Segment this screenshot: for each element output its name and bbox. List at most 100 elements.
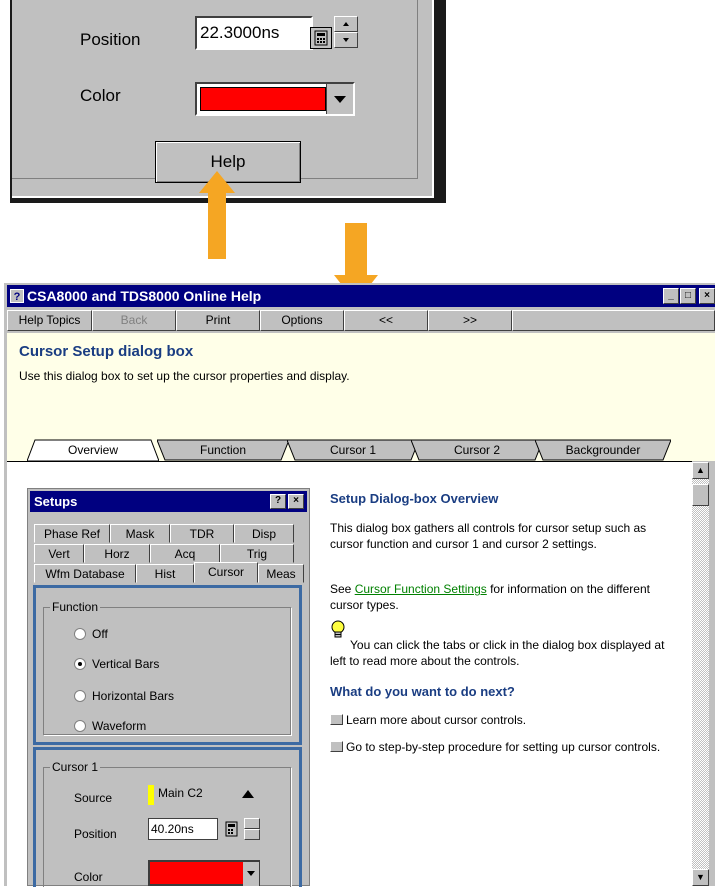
radio-horizontal-icon <box>74 690 86 702</box>
cursor-function-settings-link[interactable]: Cursor Function Settings <box>355 582 487 596</box>
tab-meas[interactable]: Meas <box>258 564 304 583</box>
link-button-icon <box>330 714 343 725</box>
tab-overview[interactable]: Overview <box>27 439 159 461</box>
radio-vertical-bars-label: Vertical Bars <box>92 657 160 671</box>
tab-backgrounder-label: Backgrounder <box>565 443 641 457</box>
help-topics-button[interactable]: Help Topics <box>7 310 92 331</box>
tab-function-label: Function <box>199 443 247 457</box>
cursor1-spin-down[interactable] <box>244 829 260 840</box>
topic-tabs: Overview Function Cursor 1 Cursor 2 Back… <box>7 439 715 461</box>
tab-cursor-1[interactable]: Cursor 1 <box>287 439 419 461</box>
scroll-thumb[interactable] <box>692 484 709 506</box>
radio-off-label: Off <box>92 627 108 641</box>
source-select[interactable]: Main C2 <box>148 782 266 808</box>
setups-title-bar: Setups ? × <box>30 491 307 512</box>
topic-header: Cursor Setup dialog box Use this dialog … <box>7 333 715 461</box>
maximize-button[interactable]: □ <box>680 288 696 304</box>
source-label: Source <box>74 791 113 805</box>
tab-wfm-database[interactable]: Wfm Database <box>34 564 136 583</box>
tab-horz[interactable]: Horz <box>84 544 150 563</box>
tab-trig[interactable]: Trig <box>220 544 294 563</box>
options-button[interactable]: Options <box>260 310 344 331</box>
keypad-icon[interactable] <box>310 27 332 49</box>
print-button[interactable]: Print <box>176 310 260 331</box>
chevron-down-small-icon[interactable] <box>243 862 259 886</box>
source-color-chip <box>148 785 154 805</box>
tab-overview-label: Overview <box>67 443 118 457</box>
topic-title: Cursor Setup dialog box <box>19 343 194 360</box>
position-input[interactable]: 22.3000ns <box>195 16 313 50</box>
tab-cursor-1-label: Cursor 1 <box>329 443 376 457</box>
tab-acq[interactable]: Acq <box>150 544 220 563</box>
overview-heading: Setup Dialog-box Overview <box>330 491 499 506</box>
cursor1-position-label: Position <box>74 827 117 841</box>
radio-selected-icon <box>74 658 86 670</box>
context-help-button[interactable]: ? <box>270 494 286 509</box>
radio-waveform-icon <box>74 720 86 732</box>
radio-off[interactable]: Off <box>74 627 108 641</box>
position-spinner[interactable] <box>334 16 358 50</box>
tab-phase-ref[interactable]: Phase Ref <box>34 524 110 543</box>
chevron-down-icon[interactable] <box>326 84 353 114</box>
radio-vertical-bars[interactable]: Vertical Bars <box>74 657 159 671</box>
link-button-icon <box>330 741 343 752</box>
radio-horizontal-bars-label: Horizontal Bars <box>92 689 175 703</box>
keypad-small-icon[interactable] <box>224 820 240 838</box>
next-item-1[interactable]: Learn more about cursor controls. <box>330 712 670 728</box>
scroll-up-button[interactable]: ▲ <box>692 462 709 479</box>
setups-close-button[interactable]: × <box>288 494 304 509</box>
cursor1-position-input[interactable]: 40.20ns <box>148 818 218 840</box>
tab-disp[interactable]: Disp <box>234 524 294 543</box>
next-item-2-text: Go to step-by-step procedure for setting… <box>346 740 661 754</box>
arrow-up-icon <box>199 171 235 259</box>
see-paragraph: See Cursor Function Settings for informa… <box>330 581 670 613</box>
scroll-down-button[interactable]: ▼ <box>692 869 709 886</box>
previous-topic-button[interactable]: << <box>344 310 428 331</box>
tab-tdr[interactable]: TDR <box>170 524 234 543</box>
color-label: Color <box>80 86 121 105</box>
dialog-panel: Position 22.3000ns Color Help <box>12 0 434 198</box>
back-button[interactable]: Back <box>92 310 176 331</box>
next-steps-heading: What do you want to do next? <box>330 684 515 699</box>
tab-function[interactable]: Function <box>157 439 289 461</box>
function-legend: Function <box>50 600 101 614</box>
window-title: CSA8000 and TDS8000 Online Help <box>27 288 262 304</box>
tab-cursor-2-label: Cursor 2 <box>453 443 500 457</box>
cursor1-spin-up[interactable] <box>244 818 260 829</box>
tab-cursor-2[interactable]: Cursor 2 <box>411 439 543 461</box>
title-bar: ? CSA8000 and TDS8000 Online Help _ □ × <box>7 285 715 307</box>
vertical-scrollbar[interactable]: ▲ ▼ <box>692 462 709 886</box>
toolbar-spacer <box>512 310 715 331</box>
radio-waveform-label: Waveform <box>92 719 147 733</box>
next-item-1-text: Learn more about cursor controls. <box>346 713 527 727</box>
overview-paragraph: This dialog box gathers all controls for… <box>330 521 647 551</box>
radio-off-icon <box>74 628 86 640</box>
cursor1-color-label: Color <box>74 870 103 884</box>
radio-horizontal-bars[interactable]: Horizontal Bars <box>74 689 174 703</box>
help-toolbar: Help Topics Back Print Options << >> <box>7 308 715 332</box>
topic-description: Use this dialog box to set up the cursor… <box>19 369 350 383</box>
tip-text: You can click the tabs or click in the d… <box>330 638 665 668</box>
position-label: Position <box>80 30 141 49</box>
triangle-up-icon <box>242 790 254 798</box>
setups-title: Setups <box>34 494 78 509</box>
source-value: Main C2 <box>158 786 203 800</box>
see-prefix: See <box>330 582 355 596</box>
next-item-2[interactable]: Go to step-by-step procedure for setting… <box>330 739 670 755</box>
spin-up-button[interactable] <box>334 16 358 32</box>
color-swatch <box>200 87 326 111</box>
tab-cursor[interactable]: Cursor <box>194 562 258 583</box>
minimize-button[interactable]: _ <box>663 288 679 304</box>
cursor1-spinner[interactable] <box>244 818 260 840</box>
color-dropdown[interactable] <box>195 82 355 116</box>
spin-down-button[interactable] <box>334 32 358 48</box>
help-book-icon: ? <box>10 289 24 303</box>
close-button[interactable]: × <box>699 288 715 304</box>
tab-hist[interactable]: Hist <box>136 564 194 583</box>
tab-mask[interactable]: Mask <box>110 524 170 543</box>
next-topic-button[interactable]: >> <box>428 310 512 331</box>
tab-backgrounder[interactable]: Backgrounder <box>535 439 671 461</box>
radio-waveform[interactable]: Waveform <box>74 719 146 733</box>
tab-vert[interactable]: Vert <box>34 544 84 563</box>
cursor1-legend: Cursor 1 <box>50 760 101 774</box>
